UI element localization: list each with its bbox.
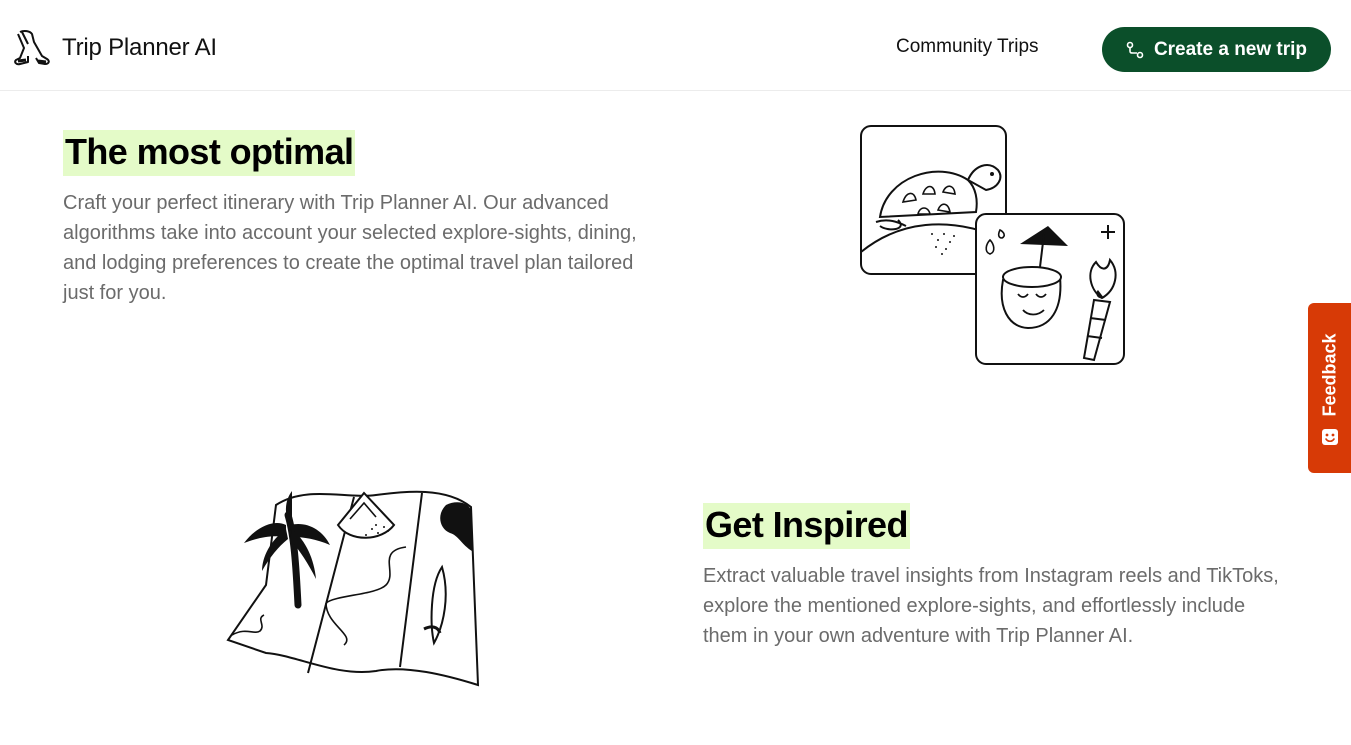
top-navbar: Trip Planner AI Community Trips Create a… bbox=[0, 0, 1351, 91]
brand-name: Trip Planner AI bbox=[62, 34, 217, 61]
brand-home-link[interactable]: Trip Planner AI bbox=[14, 28, 217, 68]
folded-map-illustration bbox=[226, 490, 480, 687]
smile-icon bbox=[1322, 429, 1338, 445]
route-icon bbox=[1126, 41, 1144, 58]
create-new-trip-button[interactable]: Create a new trip bbox=[1102, 27, 1331, 72]
feedback-label: Feedback bbox=[1319, 333, 1339, 417]
turtle-coconut-torch-illustration bbox=[860, 125, 1125, 365]
feature-text-get-inspired: Extract valuable travel insights from In… bbox=[703, 565, 1279, 647]
walking-legs-logo-icon bbox=[14, 29, 50, 66]
nav-community-trips-link[interactable]: Community Trips bbox=[896, 36, 1039, 58]
feedback-tab-button[interactable]: Feedback bbox=[1308, 303, 1351, 473]
create-new-trip-label: Create a new trip bbox=[1153, 38, 1308, 60]
feature-text-most-optimal: Craft your perfect itinerary with Trip P… bbox=[63, 192, 637, 304]
feature-title-most-optimal: The most optimal bbox=[63, 130, 356, 176]
feature-title-get-inspired: Get Inspired bbox=[703, 503, 910, 549]
